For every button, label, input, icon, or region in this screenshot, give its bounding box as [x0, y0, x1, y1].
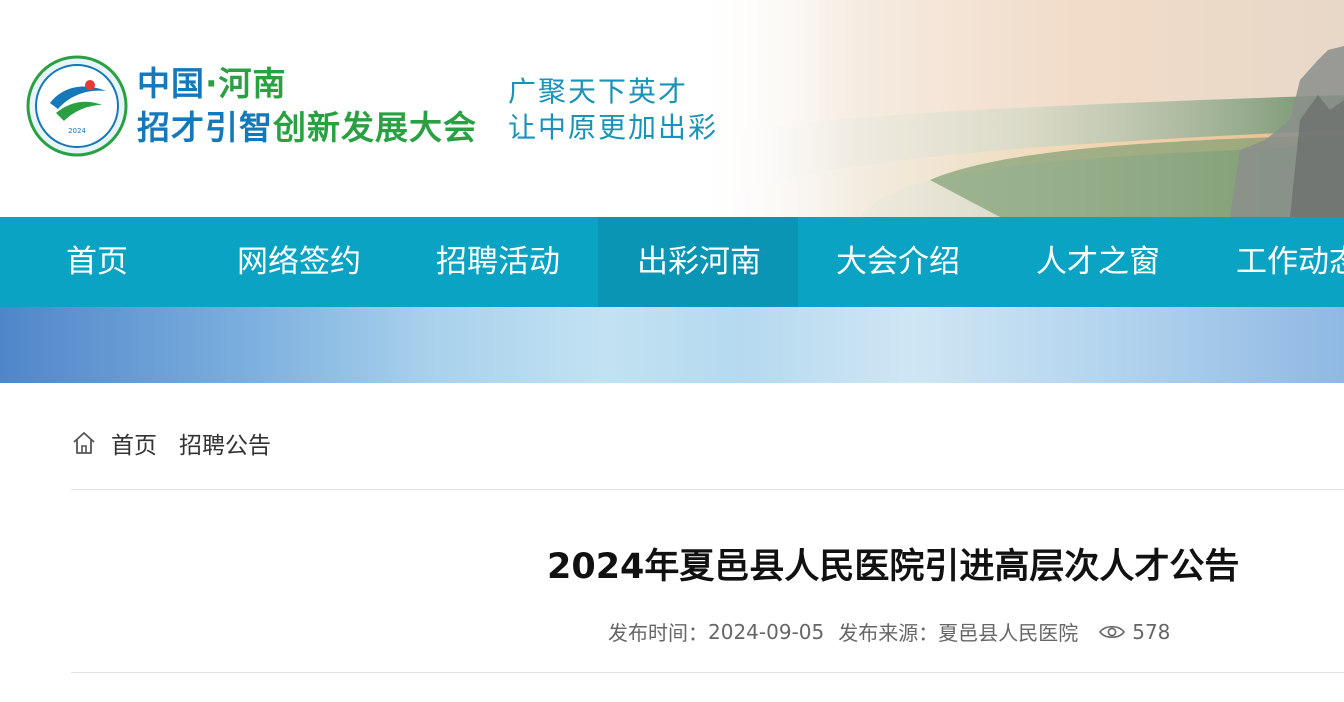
nav-item-work-news[interactable]: 工作动态 — [1198, 217, 1344, 307]
svg-text:2024: 2024 — [68, 127, 86, 135]
slogan-line-1: 广聚天下英才 — [508, 75, 689, 108]
source-label: 发布来源： — [838, 621, 939, 645]
page-banner — [0, 307, 1344, 383]
site-header: 2024 中国·河南 招才引智创新发展大会 广聚天下英才 让中原更加出彩 — [0, 0, 1344, 217]
nav-item-henan[interactable]: 出彩河南 — [598, 217, 798, 307]
title-dot: · — [205, 64, 219, 103]
breadcrumb-divider — [71, 489, 1344, 490]
nav-item-recruitment-events[interactable]: 招聘活动 — [400, 217, 600, 307]
nav-item-talent-window[interactable]: 人才之窗 — [998, 217, 1198, 307]
article-title: 2024年夏邑县人民医院引进高层次人才公告 — [547, 547, 1240, 587]
conference-title: 中国·河南 招才引智创新发展大会 — [137, 62, 477, 150]
view-count: 578 — [1132, 619, 1171, 644]
title-innovation: 创新发展大会 — [273, 108, 477, 147]
nav-item-about[interactable]: 大会介绍 — [798, 217, 998, 307]
breadcrumb-home[interactable]: 首页 — [111, 426, 157, 460]
main-nav: 首页 网络签约 招聘活动 出彩河南 大会介绍 人才之窗 工作动态 — [0, 217, 1344, 307]
breadcrumb-recruitment-notices[interactable]: 招聘公告 — [179, 426, 271, 460]
publish-time: 2024-09-05 — [708, 619, 825, 644]
slogan-line-2: 让中原更加出彩 — [508, 111, 719, 144]
publish-time-label: 发布时间： — [608, 621, 708, 645]
header-slogan: 广聚天下英才 让中原更加出彩 — [508, 74, 718, 146]
source: 夏邑县人民医院 — [938, 621, 1079, 645]
eye-icon — [1099, 625, 1126, 638]
conference-logo[interactable]: 2024 — [26, 55, 128, 157]
nav-item-online-signing[interactable]: 网络签约 — [200, 217, 400, 307]
meta-divider — [71, 672, 1344, 673]
breadcrumb: 首页 招聘公告 — [71, 427, 293, 459]
title-henan: 河南 — [218, 64, 287, 103]
article-meta: 发布时间： 2024-09-05 发布来源： 夏邑县人民医院 578 — [608, 617, 1170, 646]
home-icon[interactable] — [71, 430, 97, 456]
title-recruit: 招才引智 — [137, 108, 273, 147]
nav-item-home[interactable]: 首页 — [0, 217, 200, 307]
article-content: 首页 招聘公告 2024年夏邑县人民医院引进高层次人才公告 发布时间： 2024… — [0, 383, 1344, 702]
title-china: 中国 — [137, 64, 205, 103]
